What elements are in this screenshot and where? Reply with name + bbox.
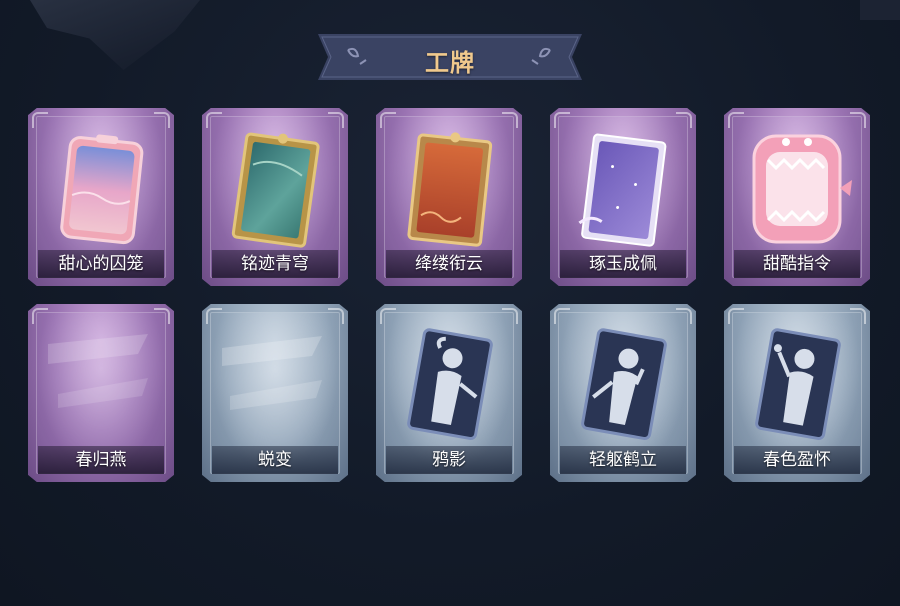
badge-card[interactable]: 甜酷指令 — [724, 108, 870, 286]
badge-name: 蜕变 — [212, 446, 338, 474]
blank-card-icon — [222, 336, 322, 410]
badge-name: 甜心的囚笼 — [38, 250, 164, 278]
badge-name: 轻躯鹤立 — [560, 446, 686, 474]
silhouette-card-icon — [755, 328, 841, 441]
red-orange-frame-icon — [407, 132, 493, 247]
badge-card[interactable]: 琢玉成佩 — [550, 108, 696, 286]
badge-card[interactable]: 轻躯鹤立 — [550, 304, 696, 482]
teal-gold-frame-icon — [231, 132, 320, 248]
badge-name: 琢玉成佩 — [560, 250, 686, 278]
badge-name: 绛缕衔云 — [386, 250, 512, 278]
violet-jade-frame-icon — [578, 133, 667, 247]
title-banner: 工牌 — [318, 34, 582, 80]
badge-card[interactable]: 春色盈怀 — [724, 304, 870, 482]
badge-card[interactable]: 蜕变 — [202, 304, 348, 482]
badge-card[interactable]: 绛缕衔云 — [376, 108, 522, 286]
badge-collection-screen: 工牌 甜心的囚笼 铭迹青穹 绛缕衔云 琢玉成佩 甜酷指令 春归燕 蜕变 鸦影 轻… — [0, 0, 900, 606]
badge-name: 春归燕 — [38, 446, 164, 474]
decorative-shard-right — [860, 0, 900, 20]
badge-card[interactable]: 铭迹青穹 — [202, 108, 348, 286]
badge-name: 甜酷指令 — [734, 250, 860, 278]
badge-name: 春色盈怀 — [734, 446, 860, 474]
pink-sunset-frame-icon — [60, 134, 144, 245]
silhouette-card-icon — [407, 328, 493, 441]
badge-card[interactable]: 春归燕 — [28, 304, 174, 482]
pink-shark-frame-icon — [752, 134, 852, 244]
badge-card[interactable]: 鸦影 — [376, 304, 522, 482]
badge-card[interactable]: 甜心的囚笼 — [28, 108, 174, 286]
page-title: 工牌 — [425, 48, 475, 77]
silhouette-card-icon — [581, 328, 667, 441]
blank-card-icon — [48, 334, 148, 408]
decorative-shard — [30, 0, 200, 70]
badge-name: 鸦影 — [386, 446, 512, 474]
badge-name: 铭迹青穹 — [212, 250, 338, 278]
